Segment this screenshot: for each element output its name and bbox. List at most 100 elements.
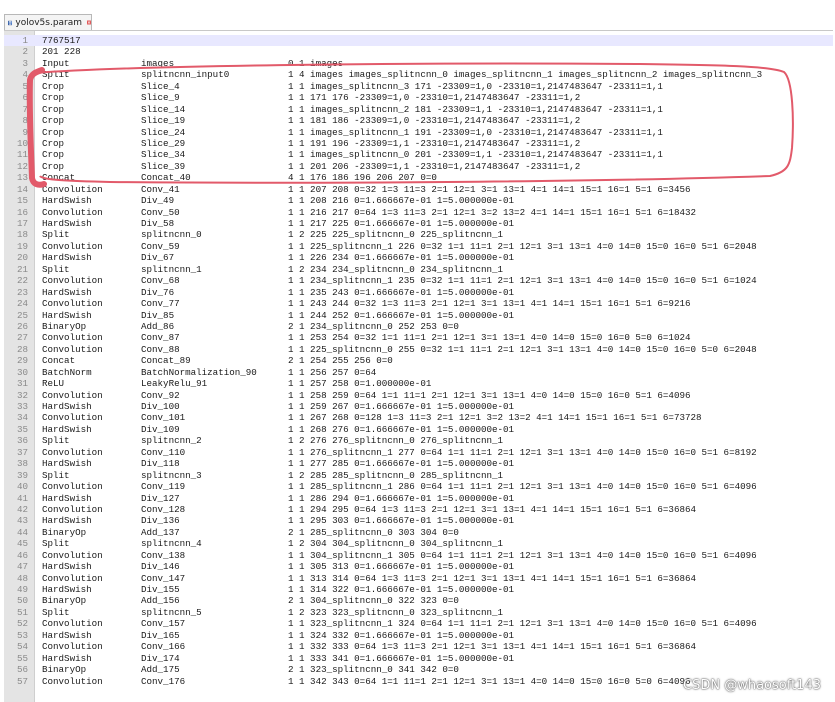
text-line[interactable]: 20 HardSwish Div_67 1 1 226 234 0=1.666667e… (4, 252, 833, 263)
layer-params: 1 2 276 276_splitncnn_0 276_splitncnn_1 (288, 435, 504, 447)
text-line[interactable]: 32 Convolution Conv_92 1 1 258 259 0=64 1=1… (4, 390, 833, 401)
text-line[interactable]: 52 Convolution Conv_157 1 1 323_splitncnn_1… (4, 618, 833, 629)
text-line[interactable]: 53 HardSwish Div_165 1 1 324 332 0=1.666667… (4, 630, 833, 641)
text-line[interactable]: 54 Convolution Conv_166 1 1 332 333 0=64 1=… (4, 641, 833, 652)
text-line[interactable]: 19 Convolution Conv_59 1 1 225_splitncnn_1 … (4, 241, 833, 252)
text-line[interactable]: 17 HardSwish Div_58 1 1 217 225 0=1.666667e… (4, 218, 833, 229)
text-line[interactable]: 43 HardSwish Div_136 1 1 295 303 0=1.666667… (4, 515, 833, 526)
line-number: 53 (16, 629, 28, 641)
text-line[interactable]: 12 Crop Slice_39 1 1 201 206 -23309=1,1 -23… (4, 161, 833, 172)
layer-params: 1 4 images images_splitncnn_0 images_spl… (288, 69, 763, 81)
text-line[interactable]: 50 BinaryOp Add_156 2 1 304_splitncnn_0 322… (4, 595, 833, 606)
header-value: 7767517 (42, 35, 81, 46)
text-line[interactable]: 24 Convolution Conv_77 1 1 243 244 0=32 1=3… (4, 298, 833, 309)
text-line[interactable]: 23 HardSwish Div_76 1 1 235 243 0=1.666667e… (4, 287, 833, 298)
text-line[interactable]: 41 HardSwish Div_127 1 1 286 294 0=1.666667… (4, 493, 833, 504)
layer-name: Conv_88 (141, 343, 180, 355)
layer-params: 1 1 304_splitncnn_1 305 0=64 1=1 11=1 2=… (288, 549, 757, 561)
text-line[interactable]: 10 Crop Slice_29 1 1 191 196 -23309=1,1 -23… (4, 138, 833, 149)
text-line[interactable]: 11 Crop Slice_34 1 1 images_splitncnn_0 201… (4, 149, 833, 160)
line-number: 17 (16, 218, 28, 229)
line-number: 48 (16, 572, 28, 584)
line-number: 15 (16, 195, 28, 207)
text-line[interactable]: 8 Crop Slice_19 1 1 181 186 -23309=1,0 -233… (4, 115, 833, 126)
text-editor[interactable]: 1 7767517 2 201 228 3 Input images 0 1 images 4 S… (4, 30, 833, 702)
text-line[interactable]: 42 Convolution Conv_128 1 1 294 295 0=64 1=… (4, 504, 833, 515)
text-line[interactable]: 14 Convolution Conv_41 1 1 207 208 0=32 1=3… (4, 184, 833, 195)
text-line[interactable]: 49 HardSwish Div_155 1 1 314 322 0=1.666667… (4, 584, 833, 595)
text-line[interactable]: 9 Crop Slice_24 1 1 images_splitncnn_1 191 … (4, 127, 833, 138)
layer-name: Conv_59 (141, 240, 180, 252)
layer-params: 1 1 images_splitncnn_0 201 -23309=1,1 -2… (288, 149, 663, 161)
line-number: 9 (22, 126, 28, 138)
line-number: 30 (16, 366, 28, 378)
layer-name: Slice_24 (141, 126, 186, 138)
text-line[interactable]: 37 Convolution Conv_110 1 1 276_splitncnn_1… (4, 447, 833, 458)
text-line[interactable]: 4 Split splitncnn_input0 1 4 images images_… (4, 69, 833, 80)
line-number: 19 (16, 240, 28, 252)
text-line[interactable]: 51 Split splitncnn_5 1 2 323 323_splitncnn_… (4, 607, 833, 618)
layer-name: Div_146 (141, 561, 180, 573)
line-number: 52 (16, 618, 28, 630)
text-line[interactable]: 21 Split splitncnn_1 1 2 234 234_splitncnn_… (4, 264, 833, 275)
text-line[interactable]: 47 HardSwish Div_146 1 1 305 313 0=1.666667… (4, 561, 833, 572)
text-line[interactable]: 44 BinaryOp Add_137 2 1 285_splitncnn_0 303… (4, 527, 833, 538)
text-line[interactable]: 25 HardSwish Div_85 1 1 244 252 0=1.666667e… (4, 310, 833, 321)
text-line[interactable]: 7 Crop Slice_14 1 1 images_splitncnn_2 181 … (4, 104, 833, 115)
text-line[interactable]: 45 Split splitncnn_4 1 2 304 304_splitncnn_… (4, 538, 833, 549)
text-line[interactable]: 46 Convolution Conv_138 1 1 304_splitncnn_1… (4, 550, 833, 561)
text-line[interactable]: 26 BinaryOp Add_86 2 1 234_splitncnn_0 252 … (4, 321, 833, 332)
layer-type: HardSwish (42, 309, 92, 321)
line-number: 21 (16, 263, 28, 275)
text-line[interactable]: 35 HardSwish Div_109 1 1 268 276 0=1.666667… (4, 424, 833, 435)
layer-name: splitncnn_1 (141, 263, 202, 275)
tab-bar: yolov5s.param (0, 0, 835, 30)
layer-name: Slice_29 (141, 137, 186, 149)
text-line[interactable]: 31 ReLU LeakyRelu_91 1 1 257 258 0=1.000000… (4, 378, 833, 389)
text-line[interactable]: 48 Convolution Conv_147 1 1 313 314 0=64 1=… (4, 573, 833, 584)
close-icon[interactable] (87, 18, 91, 27)
text-line[interactable]: 40 Convolution Conv_119 1 1 285_splitncnn_1… (4, 481, 833, 492)
layer-name: Add_86 (141, 320, 175, 332)
layer-type: HardSwish (42, 652, 92, 664)
line-number: 38 (16, 458, 28, 470)
text-line[interactable]: 36 Split splitncnn_2 1 2 276 276_splitncnn_… (4, 435, 833, 446)
layer-type: Convolution (42, 240, 103, 252)
text-line[interactable]: 13 Concat Concat_40 4 1 176 186 196 206 207… (4, 172, 833, 183)
layer-params: 1 1 191 196 -23309=1,1 -23310=1,21474836… (288, 137, 581, 149)
text-line[interactable]: 6 Crop Slice_9 1 1 171 176 -23309=1,0 -2331… (4, 92, 833, 103)
layer-type: HardSwish (42, 584, 92, 595)
layer-type: Crop (42, 160, 65, 172)
line-number: 50 (16, 595, 28, 607)
text-line[interactable]: 34 Convolution Conv_101 1 1 267 268 0=128 1… (4, 412, 833, 423)
file-tab-title: yolov5s.param (15, 17, 83, 28)
text-line[interactable]: 3 Input images 0 1 images (4, 58, 833, 69)
layer-params: 0 1 images (288, 57, 344, 69)
text-line[interactable]: 33 HardSwish Div_100 1 1 259 267 0=1.666667… (4, 401, 833, 412)
text-line[interactable]: 55 HardSwish Div_174 1 1 333 341 0=1.666667… (4, 653, 833, 664)
text-line[interactable]: 30 BatchNorm BatchNormalization_90 1 1 256 … (4, 367, 833, 378)
layer-params: 1 1 258 259 0=64 1=1 11=1 2=1 12=1 3=1 1… (288, 389, 691, 401)
text-line[interactable]: 1 7767517 (4, 35, 833, 47)
text-line[interactable]: 56 BinaryOp Add_175 2 1 323_splitncnn_0 341… (4, 664, 833, 675)
layer-type: Split (42, 69, 70, 81)
layer-type: Concat (42, 172, 76, 184)
text-line[interactable]: 28 Convolution Conv_88 1 1 225_splitncnn_0 … (4, 344, 833, 355)
text-line[interactable]: 2 201 228 (4, 46, 833, 57)
text-line[interactable]: 39 Split splitncnn_3 1 2 285 285_splitncnn_… (4, 470, 833, 481)
text-line[interactable]: 16 Convolution Conv_50 1 1 216 217 0=64 1=3… (4, 207, 833, 218)
line-number: 55 (16, 652, 28, 664)
text-line[interactable]: 38 HardSwish Div_118 1 1 277 285 0=1.666667… (4, 458, 833, 469)
file-tab[interactable]: yolov5s.param (4, 14, 92, 30)
layer-name: Div_165 (141, 629, 180, 641)
line-number: 37 (16, 446, 28, 458)
text-line[interactable]: 22 Convolution Conv_68 1 1 234_splitncnn_1 … (4, 275, 833, 286)
layer-type: Crop (42, 103, 65, 115)
layer-params: 4 1 176 186 196 206 207 0=0 (288, 172, 437, 184)
layer-type: HardSwish (42, 458, 92, 470)
text-line[interactable]: 29 Concat Concat_89 2 1 254 255 256 0=0 (4, 355, 833, 366)
text-line[interactable]: 18 Split splitncnn_0 1 2 225 225_splitncnn_… (4, 229, 833, 240)
text-line[interactable]: 27 Convolution Conv_87 1 1 253 254 0=32 1=1… (4, 332, 833, 343)
text-line[interactable]: 5 Crop Slice_4 1 1 images_splitncnn_3 171 -… (4, 81, 833, 92)
text-line[interactable]: 15 HardSwish Div_49 1 1 208 216 0=1.666667e… (4, 195, 833, 206)
